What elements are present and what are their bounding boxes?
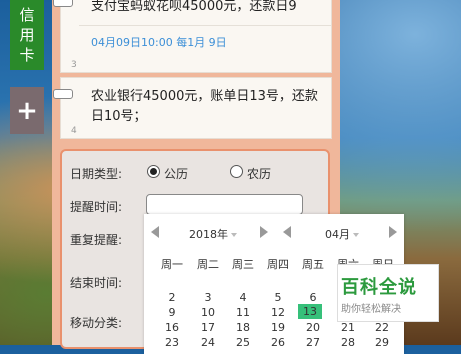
calendar-day[interactable]: 10 <box>196 306 220 319</box>
add-category-button[interactable]: + <box>10 87 44 134</box>
reminder-text: 支付宝蚂蚁花呗45000元，还款日9 <box>91 0 297 14</box>
calendar-day[interactable]: 23 <box>160 336 184 349</box>
watermark-title: 百科全说 <box>341 277 417 298</box>
radio-solar[interactable] <box>147 165 160 178</box>
end-time-label: 结束时间: <box>70 276 123 290</box>
calendar-day[interactable]: 3 <box>196 291 220 304</box>
next-year-icon[interactable] <box>260 226 268 238</box>
chevron-down-icon <box>353 233 359 237</box>
calendar-day[interactable]: 5 <box>266 291 290 304</box>
calendar-day[interactable]: 27 <box>301 336 325 349</box>
date-type-label: 日期类型: <box>70 167 123 181</box>
calendar-day[interactable]: 2 <box>160 291 184 304</box>
card-checkbox[interactable] <box>53 89 73 99</box>
reminder-text: 农业银行45000元，账单日13号，还款日10号； <box>91 89 318 124</box>
chevron-down-icon <box>231 233 237 237</box>
prev-year-icon[interactable] <box>151 226 159 238</box>
calendar-day[interactable]: 18 <box>231 321 255 334</box>
radio-lunar[interactable] <box>230 165 243 178</box>
move-category-label: 移动分类: <box>70 316 123 330</box>
month-select[interactable]: 04月 <box>325 226 359 242</box>
category-tab-label: 信 用 卡 <box>19 6 35 64</box>
calendar-day[interactable]: 17 <box>196 321 220 334</box>
weekday-header: 周二 <box>197 258 219 271</box>
next-month-icon[interactable] <box>389 226 397 238</box>
calendar-day[interactable]: 26 <box>266 336 290 349</box>
repeat-label: 重复提醒: <box>70 233 123 247</box>
month-value: 04月 <box>325 228 350 241</box>
calendar-day[interactable]: 28 <box>336 336 360 349</box>
calendar-day[interactable]: 9 <box>160 306 184 319</box>
radio-solar-label: 公历 <box>164 167 189 181</box>
category-tab-credit-card[interactable]: 信 用 卡 <box>10 0 44 70</box>
year-select[interactable]: 2018年 <box>189 226 237 242</box>
prev-month-icon[interactable] <box>283 226 291 238</box>
calendar-day[interactable]: 12 <box>266 306 290 319</box>
calendar-day[interactable]: 25 <box>231 336 255 349</box>
calendar-day[interactable]: 20 <box>301 321 325 334</box>
calendar-day[interactable]: 6 <box>301 291 325 304</box>
weekday-header: 周四 <box>267 258 289 271</box>
card-checkbox[interactable] <box>53 0 73 7</box>
card-number: 4 <box>71 126 77 136</box>
card-number: 3 <box>71 60 77 70</box>
calendar-day[interactable]: 4 <box>231 291 255 304</box>
reminder-card[interactable]: 农业银行45000元，账单日13号，还款日10号； 4 <box>53 77 332 139</box>
remind-time-label: 提醒时间: <box>70 200 123 214</box>
divider <box>79 25 331 26</box>
calendar-day[interactable]: 29 <box>370 336 394 349</box>
radio-lunar-label: 农历 <box>247 167 272 181</box>
calendar-day[interactable]: 24 <box>196 336 220 349</box>
weekday-header: 周三 <box>232 258 254 271</box>
calendar-day-selected[interactable]: 13 <box>298 304 322 319</box>
calendar-day[interactable]: 11 <box>231 306 255 319</box>
calendar-day[interactable]: 21 <box>336 321 360 334</box>
plus-icon: + <box>16 95 38 126</box>
reminder-card[interactable]: 支付宝蚂蚁花呗45000元，还款日9 04月09日10:00 每1月 9日 3 <box>53 0 332 73</box>
calendar-day[interactable]: 19 <box>266 321 290 334</box>
year-value: 2018年 <box>189 228 228 241</box>
remind-time-input[interactable] <box>146 194 303 215</box>
calendar-day[interactable]: 22 <box>370 321 394 334</box>
watermark-subtitle: 助你轻松解决 <box>341 304 401 315</box>
weekday-header: 周一 <box>161 258 183 271</box>
reminder-meta: 04月09日10:00 每1月 9日 <box>91 36 227 49</box>
weekday-header: 周五 <box>302 258 324 271</box>
calendar-day[interactable]: 16 <box>160 321 184 334</box>
